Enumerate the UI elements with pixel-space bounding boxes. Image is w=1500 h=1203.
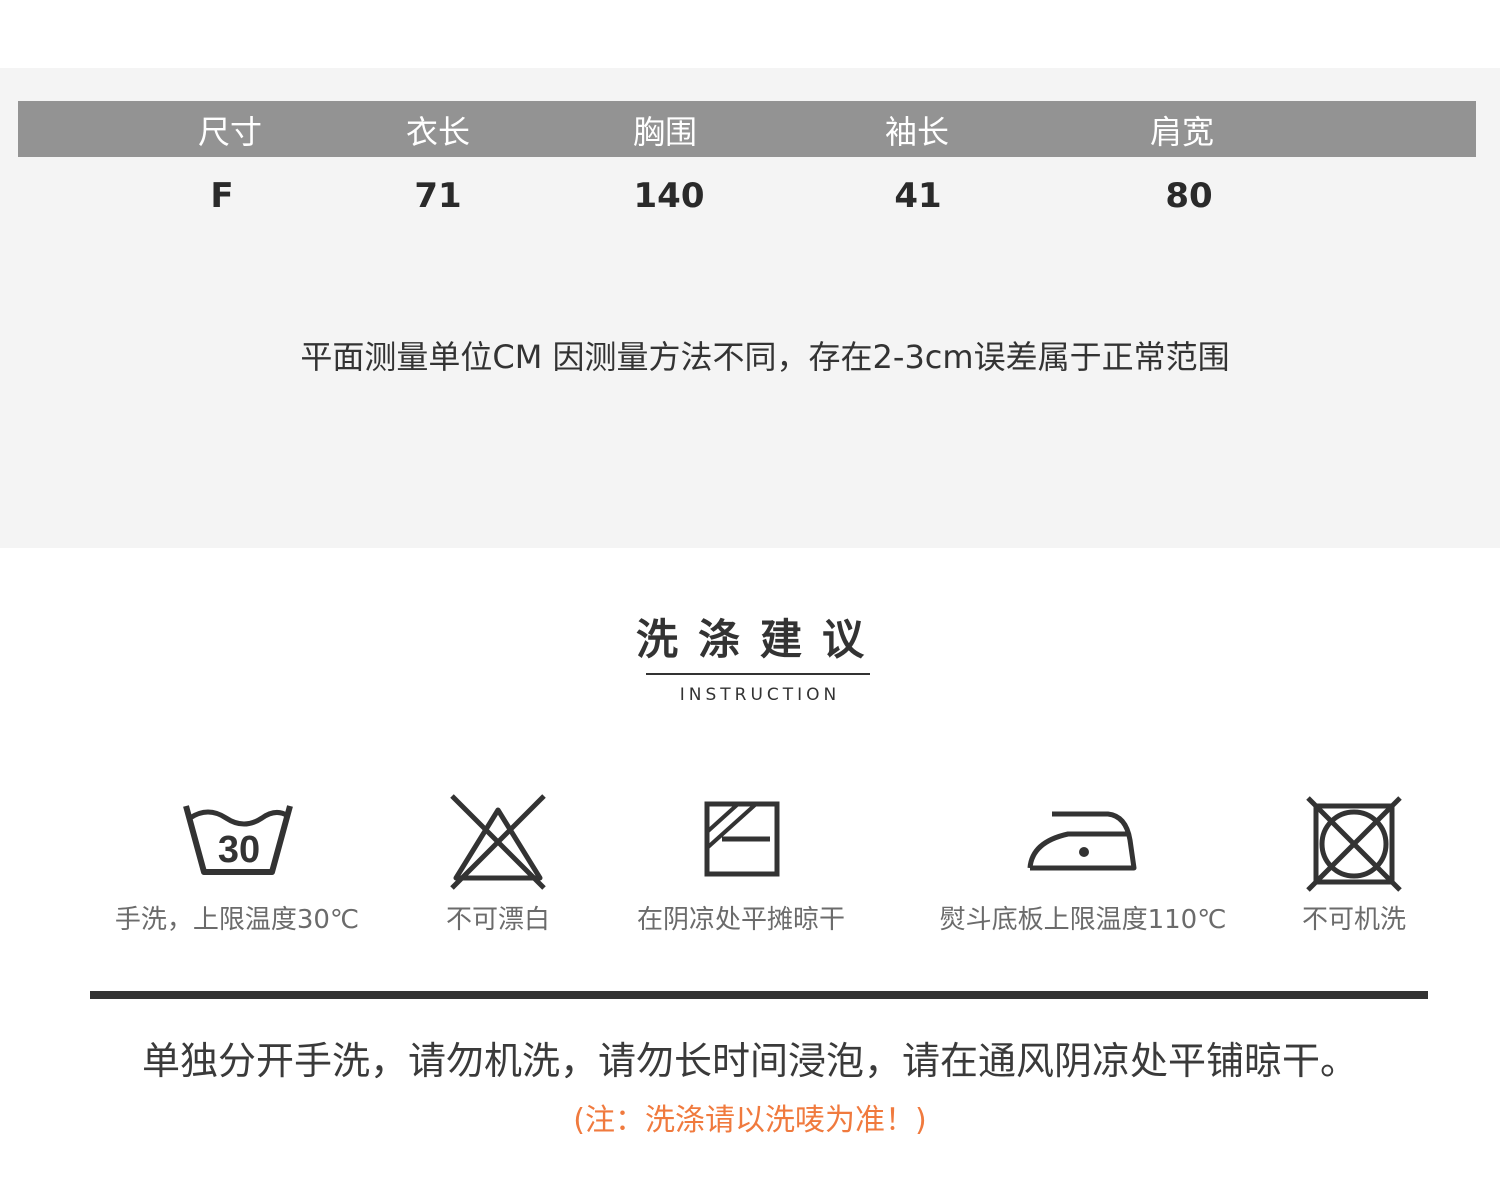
section-title: 洗涤建议 (635, 615, 884, 664)
no-bleach-icon (450, 794, 546, 890)
value-bust: 140 (633, 176, 705, 216)
wash-tub-30-icon: 30 (183, 805, 293, 875)
wash-note: 单独分开手洗，请勿机洗，请勿长时间浸泡，请在通风阴凉处平铺晾干。 (141, 1039, 1358, 1083)
header-size: 尺寸 (197, 113, 262, 151)
value-length: 71 (414, 176, 462, 216)
care-label-no-machine-wash: 不可机洗 (1301, 905, 1406, 935)
care-label-dry-flat: 在阴凉处平摊晾干 (636, 905, 845, 935)
iron-icon (1027, 811, 1137, 871)
measurement-note: 平面测量单位CM 因测量方法不同，存在2-3cm误差属于正常范围 (300, 338, 1230, 376)
wash-temperature-label: 30 (218, 829, 260, 871)
value-size: F (210, 176, 234, 216)
value-sleeve: 41 (894, 176, 942, 216)
header-shoulder: 肩宽 (1149, 113, 1214, 151)
no-tumble-dry-icon (1306, 796, 1402, 892)
value-shoulder: 80 (1165, 176, 1213, 216)
header-bust: 胸围 (632, 113, 697, 151)
title-divider (646, 673, 870, 675)
section-subtitle: INSTRUCTION (679, 685, 841, 705)
dry-flat-in-shade-icon (704, 801, 780, 877)
label-note: (注：洗涤请以洗唛为准！) (573, 1103, 927, 1138)
divider-bar (90, 991, 1428, 999)
header-length: 衣长 (405, 113, 470, 151)
header-sleeve: 袖长 (884, 113, 949, 151)
